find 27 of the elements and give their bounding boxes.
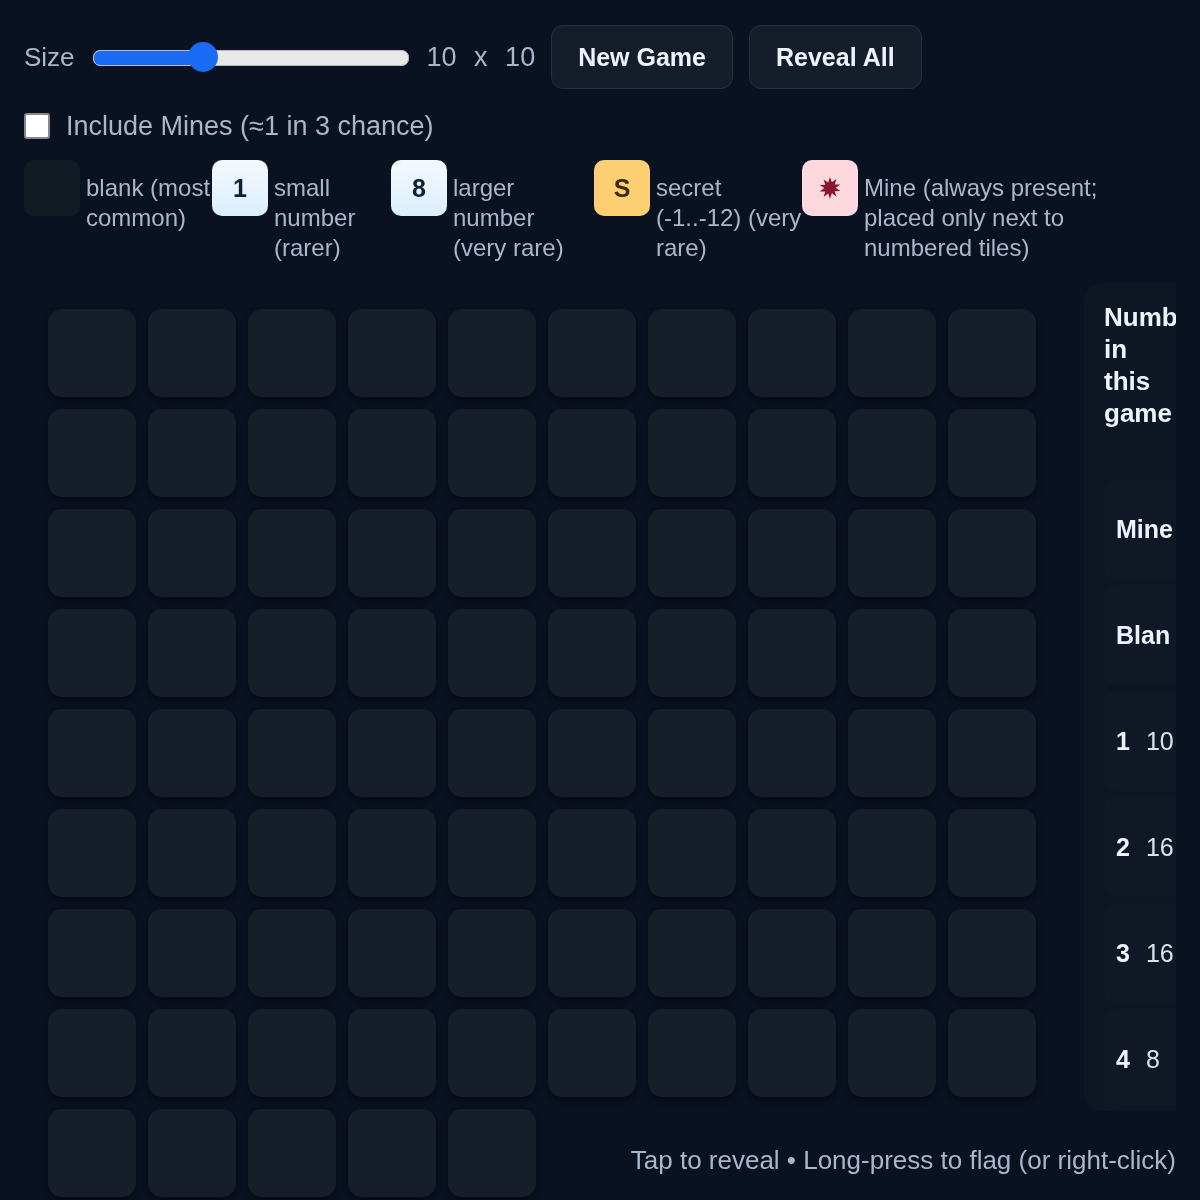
stat-label: 3 (1116, 938, 1130, 968)
legend-description: secret (-1..-12) (very rare) (656, 173, 802, 263)
burst-icon (818, 176, 842, 200)
stat-value: 16 (1145, 938, 1174, 968)
size-readout: 10 x 10 (426, 41, 536, 73)
legend-description: Mine (always present; placed only next to numbered tiles) (864, 173, 1099, 263)
stat-value: 8 (1145, 1044, 1160, 1074)
legend-description: larger number (very rare) (453, 173, 565, 263)
stat-label: Mine (1116, 514, 1173, 544)
stat-label: 4 (1116, 1044, 1130, 1074)
stat-value: 16 (1145, 832, 1174, 862)
secret-tile-swatch: S (594, 160, 650, 216)
reveal-all-button[interactable]: Reveal All (749, 25, 922, 89)
legend-description: blank (most common) (86, 173, 212, 233)
new-game-button[interactable]: New Game (551, 25, 733, 89)
number-tile-swatch: 8 (391, 160, 447, 216)
legend-description: small number (rarer) (274, 173, 357, 263)
stats-heading: Numb in this game (1104, 301, 1176, 429)
stat-label: Blan (1116, 620, 1171, 650)
stat-value: 10 (1145, 726, 1174, 756)
stat-label: 1 (1116, 726, 1130, 756)
number-tile-swatch: 1 (212, 160, 268, 216)
stat-label: 2 (1116, 832, 1130, 862)
include-mines-checkbox[interactable] (24, 113, 50, 139)
size-slider[interactable] (92, 42, 409, 72)
include-mines-label: Include Mines (≈1 in 3 chance) (66, 110, 434, 142)
size-label: Size (24, 41, 75, 73)
